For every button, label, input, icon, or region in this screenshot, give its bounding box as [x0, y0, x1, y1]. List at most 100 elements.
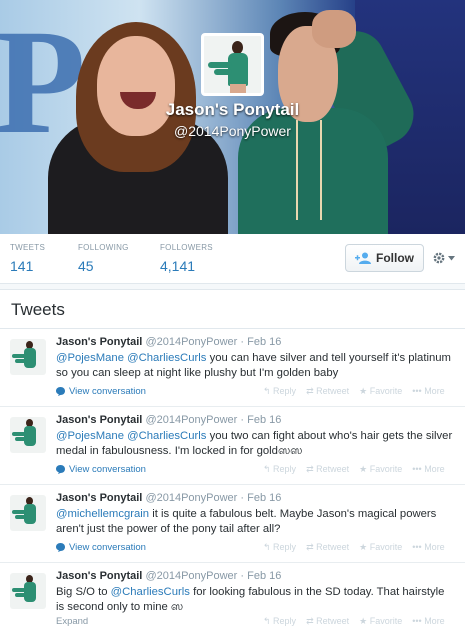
tweet-author-name[interactable]: Jason's Ponytail [56, 336, 142, 348]
tweet-text: Big S/O to @CharliesCurls for looking fa… [56, 585, 456, 615]
favorite-label: Favorite [369, 386, 403, 396]
reply-label: Reply [273, 542, 297, 552]
tweet-text-segment: aren't just the power of the pony tail a… [56, 523, 281, 535]
reply-icon: ↰ [263, 464, 274, 474]
view-conversation-label: View conversation [69, 542, 146, 553]
tweet-timestamp[interactable]: Feb 16 [247, 414, 281, 426]
tweets-heading: Tweets [11, 300, 65, 319]
reply-button[interactable]: ↰ Reply [263, 542, 296, 553]
stat-followers[interactable]: FOLLOWERS 4,141 [160, 243, 213, 274]
chevron-down-icon [448, 255, 455, 260]
profile-avatar[interactable] [201, 33, 264, 96]
tweet-actions: ↰ Reply ⇄ Retweet ★ Favorite ••• More [263, 616, 445, 627]
mention-link[interactable]: @CharliesCurls [127, 430, 206, 442]
tweet-item[interactable]: Jason's Ponytail @2014PonyPower · Feb 16… [0, 329, 465, 407]
tweet-avatar[interactable] [10, 417, 46, 453]
reply-button[interactable]: ↰ Reply [263, 464, 296, 475]
more-button[interactable]: ••• More [412, 386, 444, 397]
more-label: More [424, 542, 445, 552]
favorite-label: Favorite [369, 616, 403, 626]
retweet-label: Retweet [316, 464, 350, 474]
reply-label: Reply [273, 386, 297, 396]
stat-value: 141 [10, 258, 34, 274]
tweet-author-handle[interactable]: @2014PonyPower [145, 570, 237, 582]
tweet-item[interactable]: Jason's Ponytail @2014PonyPower · Feb 16… [0, 407, 465, 485]
expand-link[interactable]: Expand [56, 616, 88, 627]
tweet-timestamp[interactable]: Feb 16 [247, 492, 281, 504]
stat-following[interactable]: FOLLOWING 45 [78, 243, 129, 274]
more-button[interactable]: ••• More [412, 542, 444, 553]
retweet-button[interactable]: ⇄ Retweet [306, 464, 349, 475]
retweet-label: Retweet [316, 386, 350, 396]
speech-bubble-icon [56, 543, 65, 552]
tweet-header: Jason's Ponytail @2014PonyPower · Feb 16 [56, 492, 282, 504]
favorite-button[interactable]: ★ Favorite [359, 386, 402, 397]
tweet-text: @PojesMane @CharliesCurls you can have s… [56, 351, 456, 381]
tweets-timeline: Tweets Jason's Ponytail @2014PonyPower ·… [0, 289, 465, 629]
favorite-button[interactable]: ★ Favorite [359, 464, 402, 475]
stat-label: FOLLOWING [78, 243, 129, 252]
tweet-text-segment: you can have silver and tell yourself it… [209, 352, 451, 364]
reply-icon: ↰ [263, 386, 274, 396]
view-conversation-link[interactable]: View conversation [56, 386, 146, 397]
expand-label: Expand [56, 616, 89, 627]
banner-photo-figure [97, 36, 175, 136]
stat-tweets[interactable]: TWEETS 141 [10, 243, 45, 274]
tweet-author-handle[interactable]: @2014PonyPower [145, 336, 237, 348]
more-label: More [424, 616, 445, 626]
gear-menu-button[interactable] [432, 250, 458, 266]
tweet-actions: ↰ Reply ⇄ Retweet ★ Favorite ••• More [263, 386, 445, 397]
tweet-avatar[interactable] [10, 339, 46, 375]
tweet-author-name[interactable]: Jason's Ponytail [56, 492, 142, 504]
view-conversation-label: View conversation [69, 386, 146, 397]
tweet-timestamp[interactable]: Feb 16 [247, 570, 281, 582]
reply-button[interactable]: ↰ Reply [263, 386, 296, 397]
tweet-avatar[interactable] [10, 573, 46, 609]
tweet-header: Jason's Ponytail @2014PonyPower · Feb 16 [56, 336, 282, 348]
view-conversation-link[interactable]: View conversation [56, 464, 146, 475]
retweet-button[interactable]: ⇄ Retweet [306, 616, 349, 627]
tweet-avatar[interactable] [10, 495, 46, 531]
tweet-item[interactable]: Jason's Ponytail @2014PonyPower · Feb 16… [0, 485, 465, 563]
tweet-text-segment: for looking fabulous in the SD today. Th… [193, 586, 445, 598]
follow-user-icon [355, 252, 371, 264]
tweet-author-name[interactable]: Jason's Ponytail [56, 414, 142, 426]
retweet-icon: ⇄ [306, 542, 317, 552]
mention-link[interactable]: @CharliesCurls [127, 352, 206, 364]
profile-header-banner: P u Jason's Ponytail @2014PonyPower [0, 0, 465, 234]
more-button[interactable]: ••• More [412, 616, 444, 627]
gear-icon [433, 252, 445, 264]
tweet-author-handle[interactable]: @2014PonyPower [145, 414, 237, 426]
tweet-item[interactable]: Jason's Ponytail @2014PonyPower · Feb 16… [0, 563, 465, 629]
profile-name[interactable]: Jason's Ponytail [0, 100, 465, 120]
favorite-button[interactable]: ★ Favorite [359, 542, 402, 553]
more-button[interactable]: ••• More [412, 464, 444, 475]
speech-bubble-icon [56, 465, 65, 474]
tweet-text-segment: you two can fight about who's hair gets … [209, 430, 453, 442]
retweet-button[interactable]: ⇄ Retweet [306, 386, 349, 397]
favorite-button[interactable]: ★ Favorite [359, 616, 402, 627]
reply-label: Reply [273, 616, 297, 626]
retweet-icon: ⇄ [306, 616, 317, 626]
tweet-timestamp[interactable]: Feb 16 [247, 336, 281, 348]
more-dots-icon: ••• [412, 542, 425, 552]
star-icon: ★ [359, 464, 370, 474]
mention-link[interactable]: @PojesMane [56, 430, 124, 442]
follow-button[interactable]: Follow [345, 244, 424, 272]
mention-link[interactable]: @CharliesCurls [111, 586, 190, 598]
mention-link[interactable]: @PojesMane [56, 352, 124, 364]
tweet-actions: ↰ Reply ⇄ Retweet ★ Favorite ••• More [263, 464, 445, 475]
view-conversation-link[interactable]: View conversation [56, 542, 146, 553]
more-label: More [424, 464, 445, 474]
reply-button[interactable]: ↰ Reply [263, 616, 296, 627]
tweet-author-name[interactable]: Jason's Ponytail [56, 570, 142, 582]
stat-value: 4,141 [160, 258, 196, 274]
tweet-text-segment: medal in fabulousness. I'm locked in for… [56, 445, 303, 457]
mention-link[interactable]: @michellemcgrain [56, 508, 149, 520]
view-conversation-label: View conversation [69, 464, 146, 475]
retweet-button[interactable]: ⇄ Retweet [306, 542, 349, 553]
tweet-text-segment: Big S/O to [56, 586, 108, 598]
star-icon: ★ [359, 616, 370, 626]
tweet-author-handle[interactable]: @2014PonyPower [145, 492, 237, 504]
follow-button-label: Follow [376, 251, 414, 265]
